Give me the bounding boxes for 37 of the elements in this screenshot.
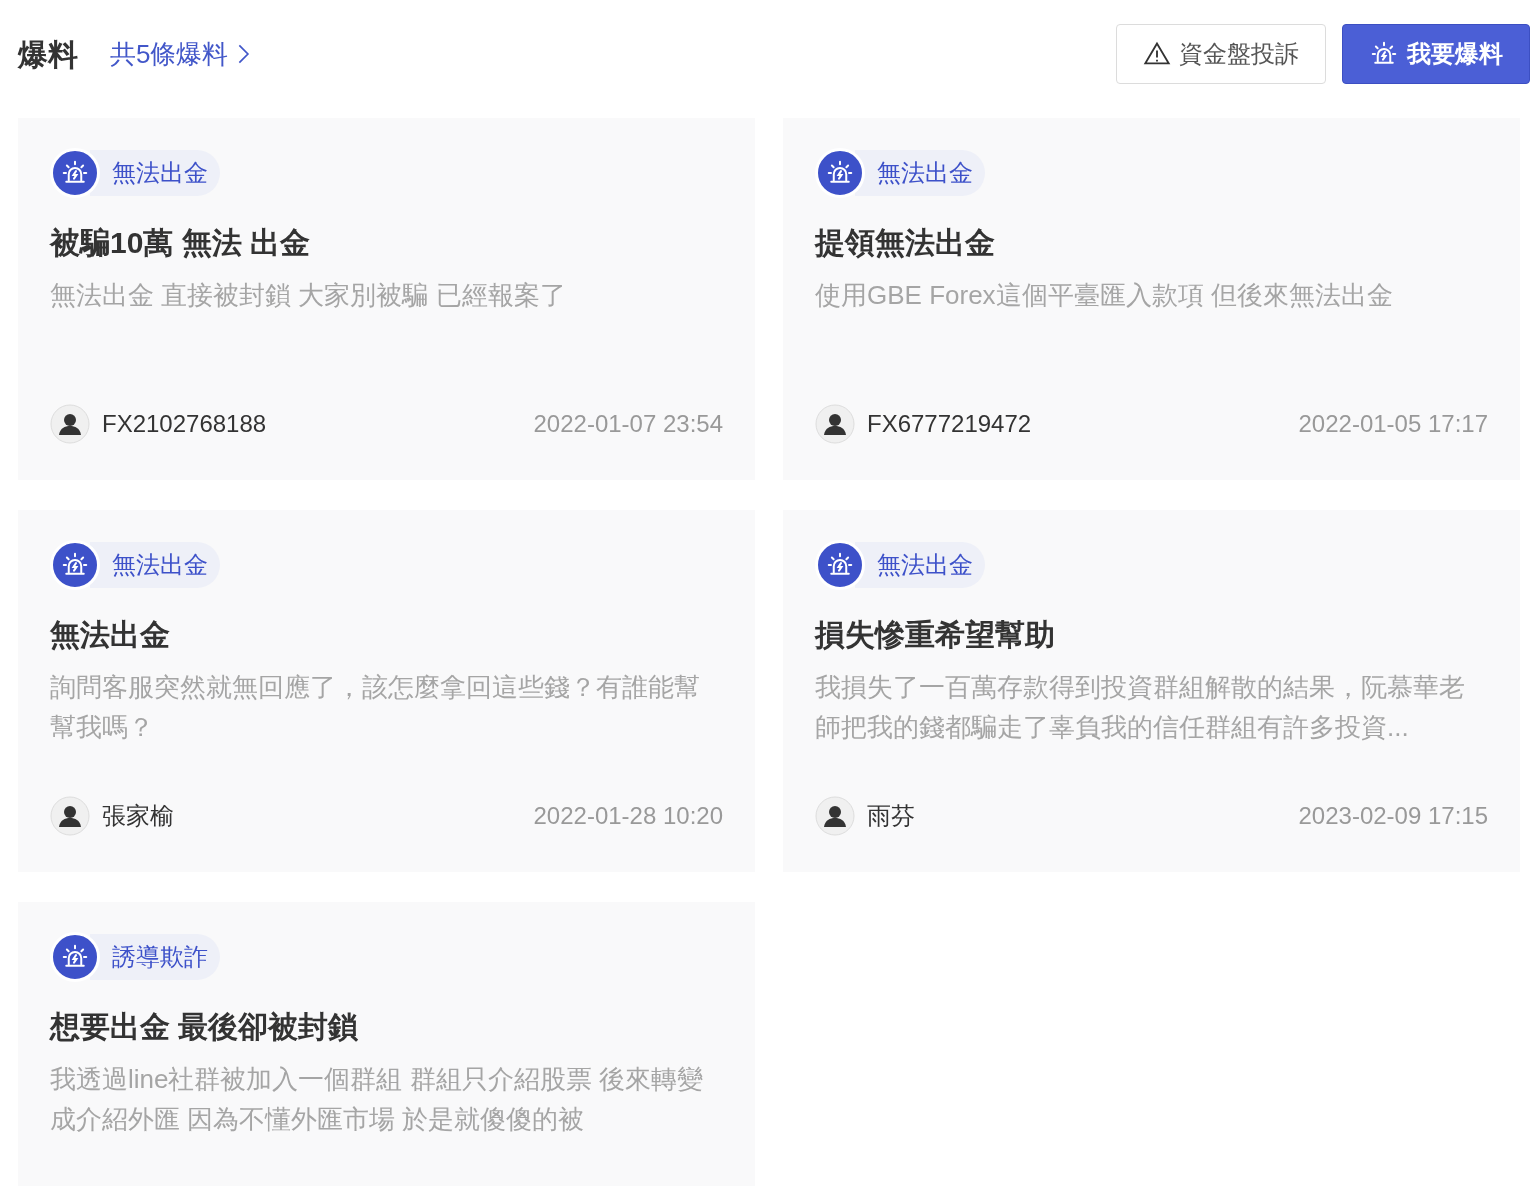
- post-card[interactable]: 誘導欺詐 想要出金 最後卻被封鎖 我透過line社群被加入一個群組 群組只介紹股票 後來轉變成介紹外匯 因為不懂外匯市場 於是就傻傻的被: [18, 902, 755, 1186]
- post-description: 無法出金 直接被封鎖 大家別被騙 已經報案了: [50, 279, 567, 312]
- post-card[interactable]: 無法出金 無法出金 詢問客服突然就無回應了，該怎麼拿回這些錢？有誰能幫幫我嗎？ 張家榆 2022-01-28 10:20: [18, 510, 755, 872]
- avatar-icon: [50, 796, 90, 836]
- category-tag: 無法出金: [90, 150, 220, 196]
- avatar-icon: [815, 796, 855, 836]
- post-description: 使用GBE Forex這個平臺匯入款項 但後來無法出金: [815, 279, 1394, 312]
- post-title: 損失慘重希望幫助: [815, 617, 1056, 653]
- post-description: 詢問客服突然就無回應了，該怎麼拿回這些錢？有誰能幫幫我嗎？: [50, 671, 701, 744]
- post-title: 想要出金 最後卻被封鎖: [50, 1009, 360, 1045]
- post-time: 2022-01-05 17:17: [1298, 409, 1488, 439]
- category-tag: 無法出金: [855, 542, 985, 588]
- post-description: 我損失了一百萬存款得到投資群組解散的結果，阮慕華老師把我的錢都騙走了辜負我的信任群組有許多投資...: [815, 671, 1466, 744]
- post-time: 2022-01-28 10:20: [533, 801, 723, 831]
- category-tag: 無法出金: [90, 542, 220, 588]
- category-tag: 誘導欺詐: [90, 934, 220, 980]
- complaint-button[interactable]: 資金盤投訴: [1116, 24, 1326, 84]
- page-title: 爆料: [18, 36, 78, 73]
- chevron-right-icon: [236, 43, 251, 65]
- post-card[interactable]: 無法出金 提領無法出金 使用GBE Forex這個平臺匯入款項 但後來無法出金 FX6777219472 2022-01-05 17:17: [783, 118, 1520, 480]
- username: 雨芬: [867, 801, 915, 831]
- post-card[interactable]: 無法出金 被騙10萬 無法 出金 無法出金 直接被封鎖 大家別被騙 已經報案了 FX2102768188 2022-01-07 23:54: [18, 118, 755, 480]
- username: FX6777219472: [867, 409, 1032, 439]
- post-card[interactable]: 無法出金 損失慘重希望幫助 我損失了一百萬存款得到投資群組解散的結果，阮慕華老師把我的錢都騙走了辜負我的信任群組有許多投資... 雨芬 2023-02-09 17:15: [783, 510, 1520, 872]
- post-description: 我透過line社群被加入一個群組 群組只介紹股票 後來轉變成介紹外匯 因為不懂外匯市場 於是就傻傻的被: [50, 1063, 704, 1136]
- post-time: 2023-02-09 17:15: [1298, 801, 1488, 831]
- avatar-icon: [815, 404, 855, 444]
- avatar-icon: [50, 404, 90, 444]
- username: FX2102768188: [102, 409, 267, 439]
- post-title: 被騙10萬 無法 出金: [50, 225, 312, 261]
- post-count-link[interactable]: 共5條爆料: [110, 34, 251, 74]
- post-title: 無法出金: [50, 617, 171, 653]
- category-tag: 無法出金: [855, 150, 985, 196]
- report-button[interactable]: 我要爆料: [1342, 24, 1530, 84]
- post-time: 2022-01-07 23:54: [533, 409, 723, 439]
- username: 張家榆: [102, 801, 174, 831]
- post-title: 提領無法出金: [815, 225, 996, 261]
